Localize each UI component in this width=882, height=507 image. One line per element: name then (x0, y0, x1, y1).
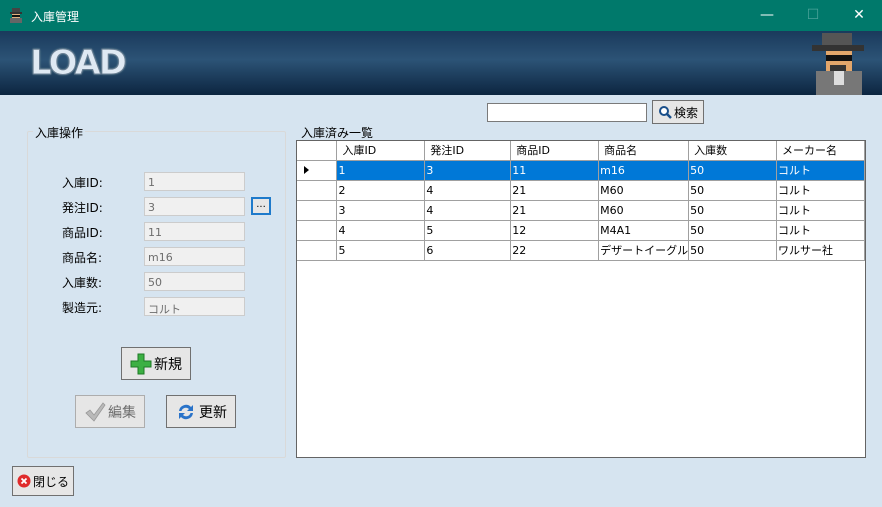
search-button-label: 検索 (673, 105, 698, 120)
column-header[interactable]: 発注ID (424, 141, 512, 161)
table-cell[interactable]: 2 (336, 180, 426, 201)
manufacturer-field: コルト (144, 297, 245, 316)
table-cell[interactable]: 21 (510, 180, 600, 201)
table-cell[interactable]: 11 (510, 160, 600, 181)
refresh-icon (179, 404, 193, 419)
logo: LOAD (30, 43, 128, 84)
manufacturer-label: 製造元: (62, 301, 103, 315)
table-cell[interactable]: M4A1 (598, 220, 690, 241)
plus-icon (130, 353, 152, 374)
search-icon (658, 106, 672, 119)
receipt-table: 入庫ID 発注ID 商品ID 商品名 入庫数 メーカー名 1 3 11 m16 … (297, 141, 865, 261)
table-cell[interactable]: コルト (776, 160, 865, 181)
new-button[interactable]: 新規 (121, 347, 191, 380)
table-cell[interactable]: 5 (336, 240, 426, 261)
close-button[interactable]: 閉じる (12, 466, 74, 496)
order-id-label: 発注ID: (62, 201, 103, 215)
close-circle-icon (17, 474, 31, 488)
search-input[interactable] (487, 103, 647, 122)
table-cell[interactable]: 5 (424, 220, 512, 241)
table-cell[interactable]: 50 (688, 220, 778, 241)
receipt-id-field: 1 (144, 172, 245, 191)
window-title: 入庫管理 (31, 10, 80, 24)
minimize-button[interactable]: — (744, 0, 790, 31)
column-header[interactable]: 商品名 (598, 141, 690, 161)
table-cell[interactable]: 50 (688, 240, 778, 261)
table-cell[interactable]: 22 (510, 240, 600, 261)
table-row[interactable]: 4 5 12 M4A1 50 コルト (297, 220, 865, 241)
close-button-label: 閉じる (32, 474, 69, 489)
receipt-grid[interactable]: 入庫ID 発注ID 商品ID 商品名 入庫数 メーカー名 1 3 11 m16 … (296, 140, 866, 458)
operations-group-title: 入庫操作 (33, 124, 86, 141)
refresh-button-label: 更新 (199, 404, 227, 421)
table-cell[interactable]: M60 (598, 180, 690, 201)
close-window-button[interactable]: ✕ (836, 0, 882, 31)
order-id-field: 3 (144, 197, 245, 216)
product-id-label: 商品ID: (62, 226, 103, 240)
search-button[interactable]: 検索 (652, 100, 704, 124)
row-header[interactable] (297, 200, 338, 221)
header-banner: LOAD (0, 31, 882, 95)
row-header-corner (297, 141, 338, 161)
checkmark-icon (85, 401, 106, 422)
table-cell[interactable]: 3 (336, 200, 426, 221)
table-cell[interactable]: 1 (336, 160, 426, 181)
receipt-id-label: 入庫ID: (62, 176, 103, 190)
table-cell[interactable]: 4 (336, 220, 426, 241)
table-cell[interactable]: 50 (688, 200, 778, 221)
row-header[interactable] (297, 220, 338, 241)
quantity-label: 入庫数: (62, 276, 103, 290)
table-row[interactable]: 2 4 21 M60 50 コルト (297, 180, 865, 201)
maximize-icon: ☐ (806, 7, 820, 23)
column-header[interactable]: 入庫数 (688, 141, 778, 161)
maximize-button[interactable]: ☐ (790, 0, 836, 31)
table-cell[interactable]: 4 (424, 180, 512, 201)
column-header[interactable]: メーカー名 (776, 141, 865, 161)
table-row[interactable]: 3 4 21 M60 50 コルト (297, 200, 865, 221)
column-header[interactable]: 商品ID (510, 141, 600, 161)
row-header[interactable] (297, 180, 338, 201)
app-icon (10, 8, 22, 23)
product-id-field: 11 (144, 222, 245, 241)
quantity-field: 50 (144, 272, 245, 291)
table-cell[interactable]: 21 (510, 200, 600, 221)
product-name-field: m16 (144, 247, 245, 266)
refresh-button[interactable]: 更新 (166, 395, 236, 428)
table-cell[interactable]: デザートイーグル (598, 240, 690, 261)
table-cell[interactable]: 3 (424, 160, 512, 181)
table-cell[interactable]: ワルサー社 (776, 240, 865, 261)
table-cell[interactable]: 50 (688, 160, 778, 181)
table-header-row: 入庫ID 発注ID 商品ID 商品名 入庫数 メーカー名 (297, 141, 865, 161)
table-row[interactable]: 5 6 22 デザートイーグル 50 ワルサー社 (297, 240, 865, 261)
close-icon: ✕ (853, 7, 865, 23)
minimize-icon: — (760, 7, 774, 23)
table-row[interactable]: 1 3 11 m16 50 コルト (297, 160, 865, 181)
grid-title: 入庫済み一覧 (301, 126, 374, 140)
title-bar: 入庫管理 — ☐ ✕ (0, 0, 882, 31)
edit-button[interactable]: 編集 (75, 395, 145, 428)
row-header[interactable] (297, 160, 338, 181)
column-header[interactable]: 入庫ID (336, 141, 426, 161)
edit-button-label: 編集 (108, 404, 136, 421)
table-cell[interactable]: コルト (776, 200, 865, 221)
current-row-icon (304, 166, 309, 174)
browse-order-button[interactable]: ... (251, 197, 271, 215)
product-name-label: 商品名: (62, 251, 103, 265)
table-cell[interactable]: コルト (776, 180, 865, 201)
new-button-label: 新規 (154, 356, 182, 373)
table-cell[interactable]: コルト (776, 220, 865, 241)
table-cell[interactable]: M60 (598, 200, 690, 221)
row-header[interactable] (297, 240, 338, 261)
table-cell[interactable]: m16 (598, 160, 690, 181)
table-cell[interactable]: 6 (424, 240, 512, 261)
mascot-image (812, 33, 864, 95)
table-cell[interactable]: 50 (688, 180, 778, 201)
table-cell[interactable]: 4 (424, 200, 512, 221)
table-cell[interactable]: 12 (510, 220, 600, 241)
